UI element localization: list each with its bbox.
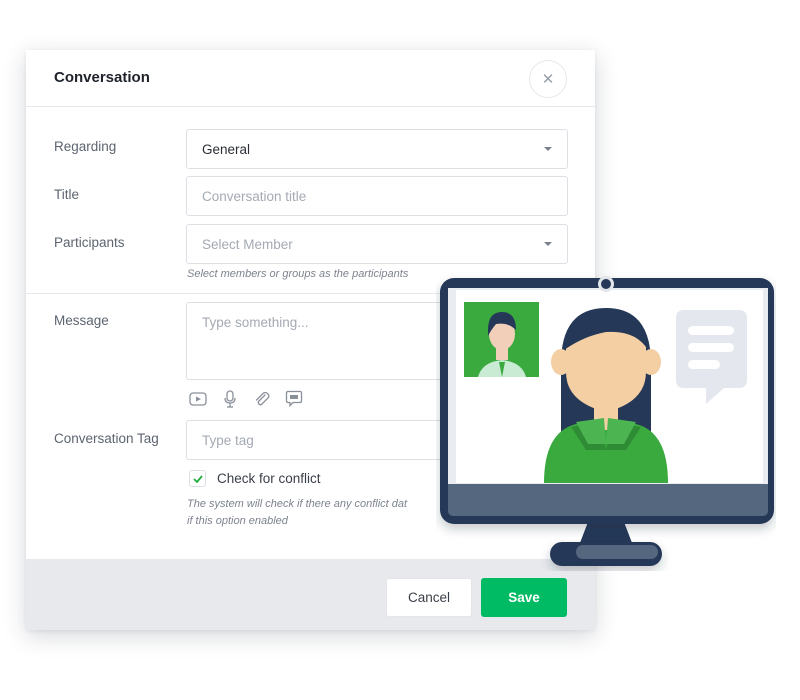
save-button[interactable]: Save	[481, 578, 567, 617]
checkmark-icon	[192, 474, 203, 483]
regarding-select[interactable]: General	[186, 129, 568, 169]
title-placeholder: Conversation title	[202, 188, 307, 204]
paperclip-icon[interactable]	[253, 390, 271, 408]
modal-header: Conversation ✕	[26, 50, 595, 107]
title-label: Title	[54, 187, 80, 202]
conflict-label: Check for conflict	[217, 471, 321, 486]
chat-icon[interactable]	[285, 390, 303, 408]
webcam-icon	[598, 276, 614, 292]
monitor-stand	[550, 522, 662, 566]
chevron-down-icon	[544, 147, 552, 151]
message-label: Message	[54, 313, 109, 328]
self-view-thumbnail	[464, 302, 539, 377]
cancel-button[interactable]: Cancel	[386, 578, 472, 617]
tag-placeholder: Type tag	[202, 432, 254, 448]
conflict-hint-line2: if this option enabled	[187, 515, 288, 527]
microphone-icon[interactable]	[221, 390, 239, 408]
chevron-down-icon	[544, 242, 552, 246]
title-input[interactable]: Conversation title	[186, 176, 568, 216]
participants-hint: Select members or groups as the particip…	[187, 268, 409, 280]
participants-select[interactable]: Select Member	[186, 224, 568, 264]
regarding-label: Regarding	[54, 139, 117, 154]
regarding-value: General	[202, 141, 251, 157]
message-placeholder: Type something...	[202, 315, 309, 330]
message-toolbar	[189, 390, 303, 408]
close-icon: ✕	[541, 71, 555, 88]
video-call-illustration	[440, 276, 774, 566]
modal-title: Conversation	[54, 69, 150, 86]
conflict-checkbox[interactable]	[189, 470, 206, 487]
participants-placeholder: Select Member	[202, 236, 293, 252]
close-button[interactable]: ✕	[529, 60, 567, 98]
video-icon[interactable]	[189, 390, 207, 408]
conflict-hint-line1: The system will check if there any confl…	[187, 498, 408, 510]
tag-label: Conversation Tag	[54, 431, 159, 446]
participants-label: Participants	[54, 235, 125, 250]
